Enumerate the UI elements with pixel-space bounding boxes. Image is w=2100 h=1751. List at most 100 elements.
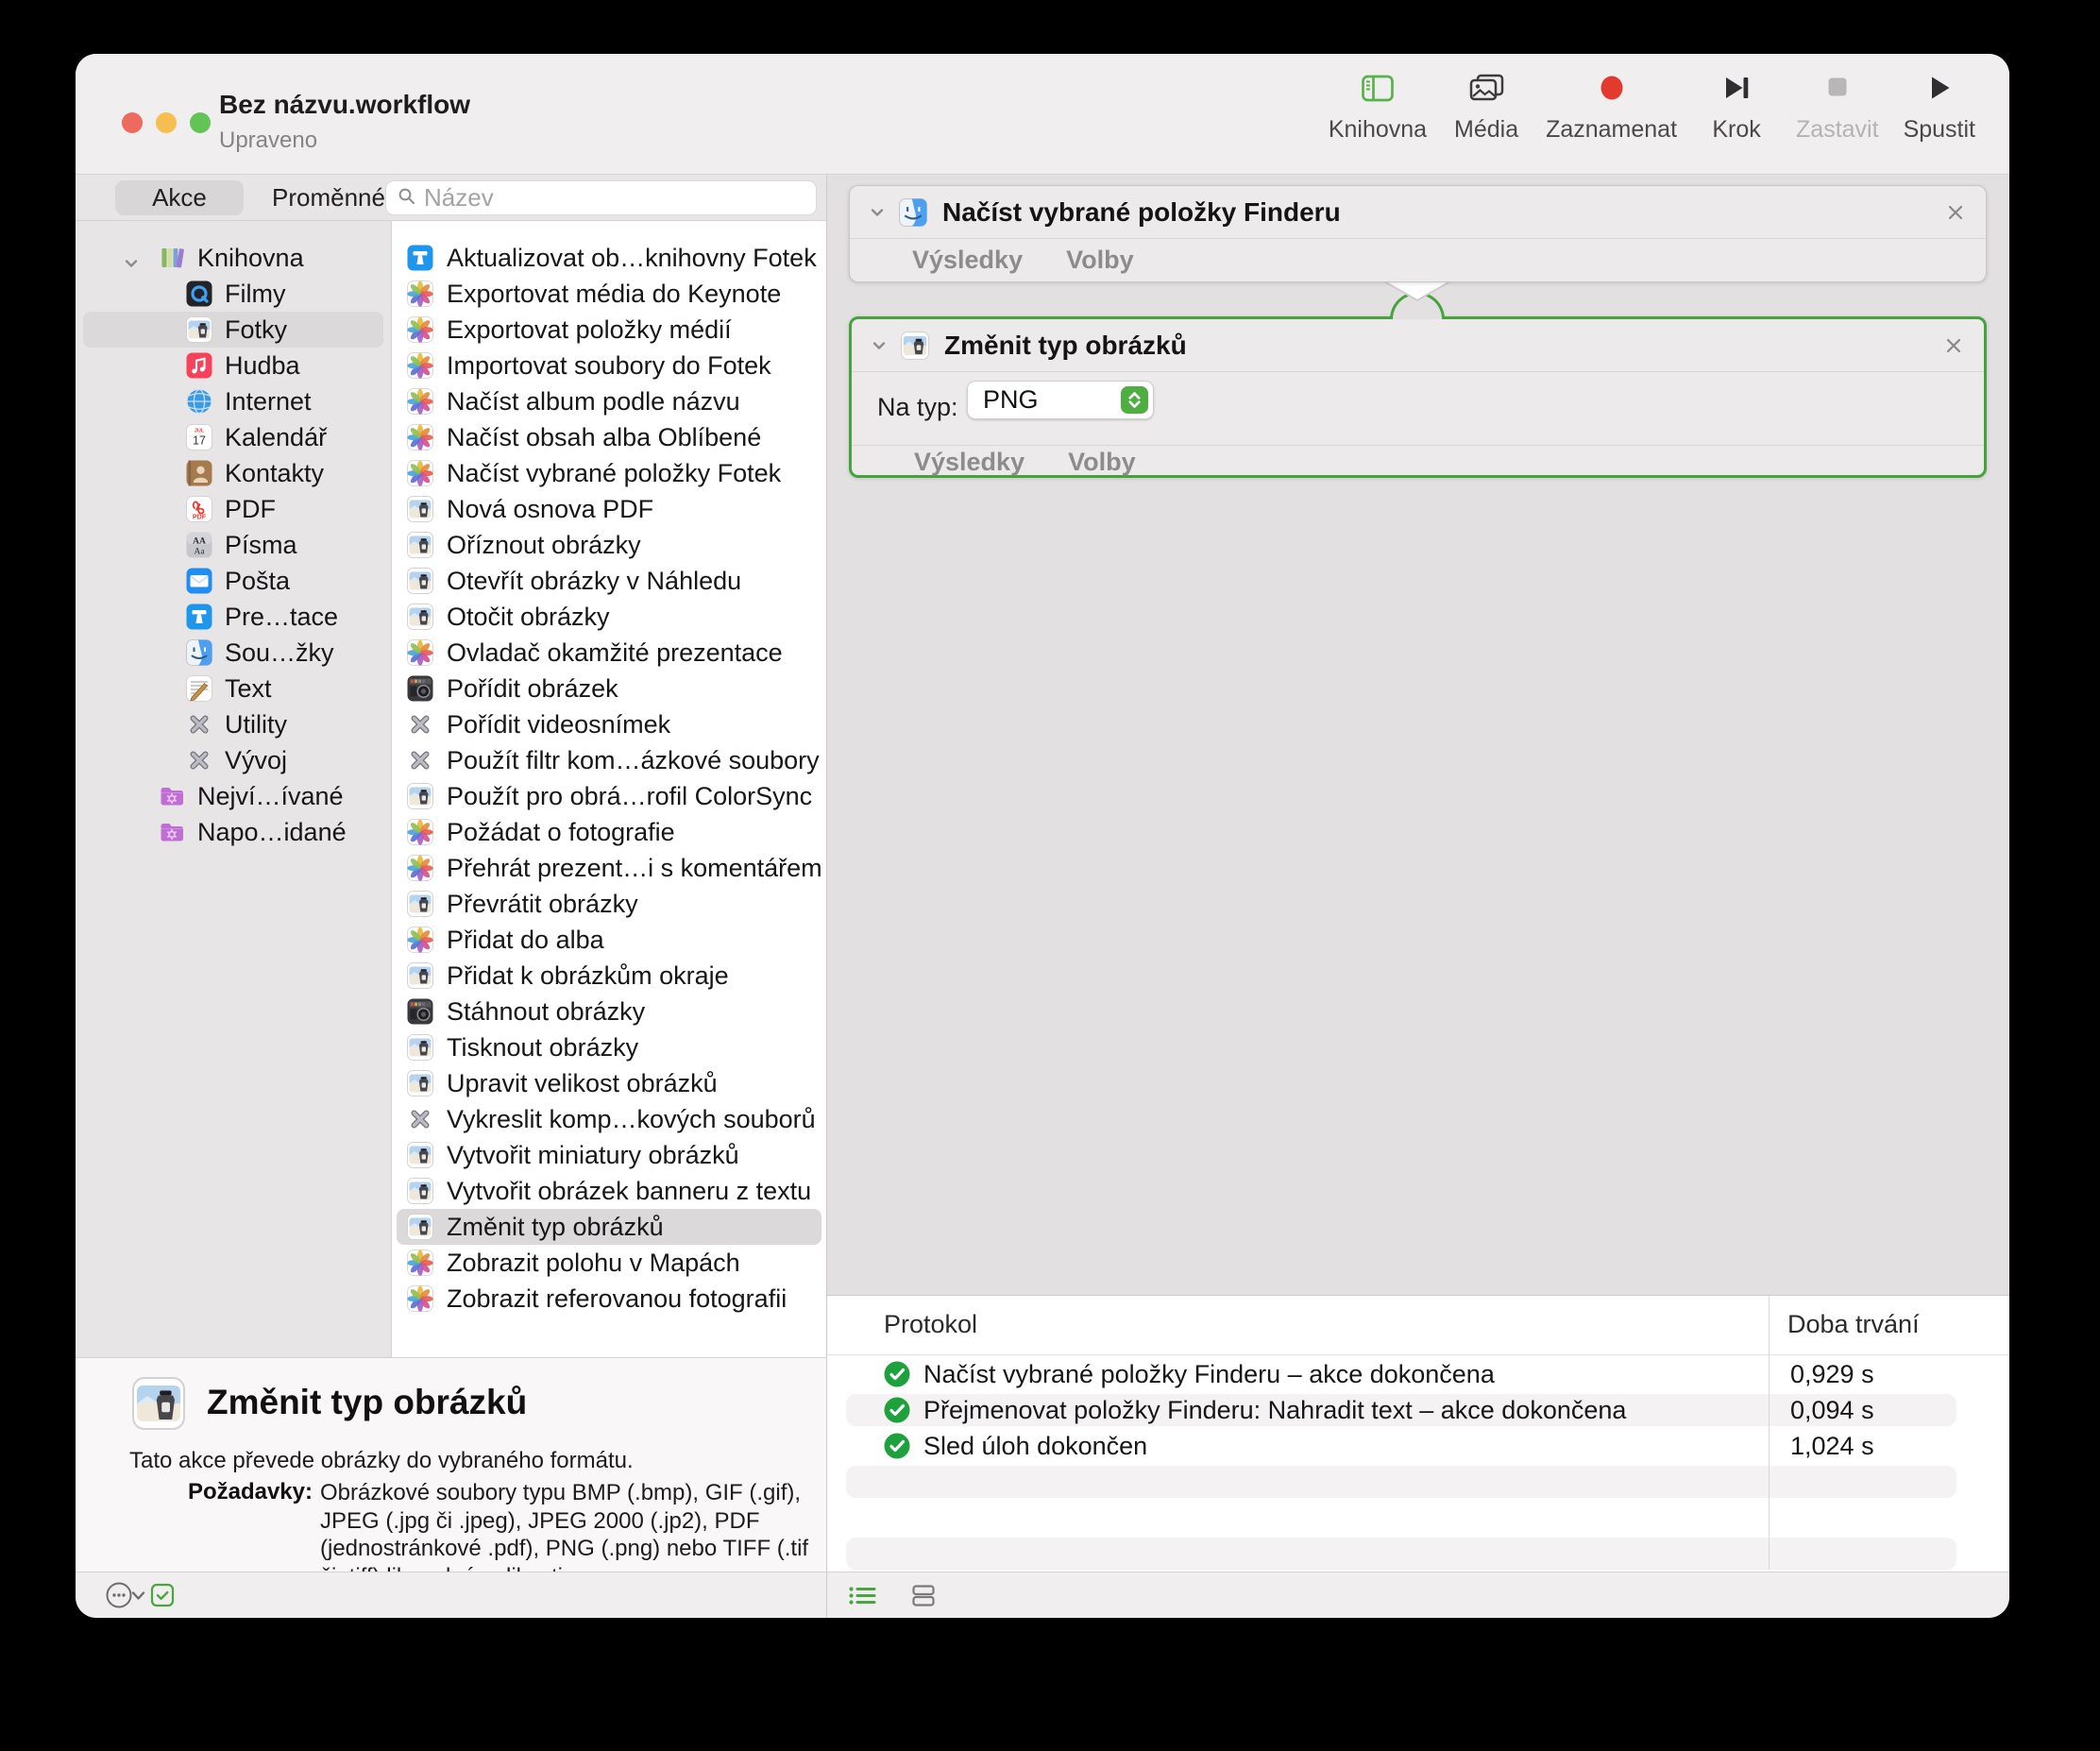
category-icon: [159, 819, 185, 845]
action-list-item[interactable]: Otočit obrázky: [392, 599, 826, 635]
action-list-item[interactable]: Vykreslit komp…kových souborů: [392, 1101, 826, 1137]
action-list-item[interactable]: Ovladač okamžité prezentace: [392, 635, 826, 671]
list-view-icon[interactable]: [846, 1582, 878, 1614]
sidebar-item[interactable]: Filmy: [76, 276, 391, 312]
minimize-window-button[interactable]: [156, 112, 177, 133]
sidebar-item[interactable]: Pošta: [76, 563, 391, 599]
dropdown-value: PNG: [983, 385, 1039, 415]
action-list-item[interactable]: Nová osnova PDF: [392, 491, 826, 527]
finder-icon: [899, 198, 927, 227]
workflow-action-card-change-type[interactable]: Změnit typ obrázků Na typ: PNG Výsledky …: [849, 316, 1987, 478]
search-field[interactable]: [385, 180, 817, 215]
protocol-row[interactable]: Načíst vybrané položky Finderu – akce do…: [827, 1356, 2009, 1392]
action-list-item[interactable]: Pořídit videosnímek: [392, 706, 826, 742]
sidebar-item[interactable]: Pre…tace: [76, 599, 391, 635]
toolbar-button[interactable]: Zastavit: [1796, 63, 1879, 144]
tab-variables[interactable]: Proměnné: [261, 180, 397, 215]
automator-window: Bez názvu.workflow Upraveno Knihovna Méd…: [76, 54, 2009, 1618]
action-list-item[interactable]: Zobrazit polohu v Mapách: [392, 1245, 826, 1281]
action-icon: [407, 424, 433, 450]
workflow-action-card-finder[interactable]: Načíst vybrané položky Finderu Výsledky …: [849, 185, 1987, 282]
action-list-item[interactable]: Stáhnout obrázky: [392, 994, 826, 1029]
action-list-item[interactable]: Vytvořit miniatury obrázků: [392, 1137, 826, 1173]
action-list-item[interactable]: Načíst album podle názvu: [392, 383, 826, 419]
category-label: Internet: [225, 387, 312, 416]
options-link[interactable]: Volby: [1066, 246, 1134, 275]
collapse-chevron-icon[interactable]: [871, 337, 888, 354]
results-link[interactable]: Výsledky: [912, 246, 1023, 275]
action-list-item[interactable]: Načíst obsah alba Oblíbené: [392, 419, 826, 455]
sidebar-item[interactable]: Hudba: [76, 348, 391, 383]
image-type-dropdown[interactable]: PNG: [967, 381, 1154, 419]
category-icon: [186, 280, 212, 307]
sidebar-item[interactable]: PDF PDF: [76, 491, 391, 527]
tab-actions[interactable]: Akce: [115, 180, 244, 215]
sidebar-item[interactable]: Internet: [76, 383, 391, 419]
search-input[interactable]: [424, 183, 804, 212]
chevron-down-icon[interactable]: [129, 1588, 147, 1608]
action-icon: [407, 639, 433, 666]
divider: [827, 1354, 2009, 1355]
action-icon: [407, 891, 433, 917]
action-list-item[interactable]: Otevřít obrázky v Náhledu: [392, 563, 826, 599]
action-list-item[interactable]: Aktualizovat ob…knihovny Fotek: [392, 240, 826, 276]
action-list-item[interactable]: Použít filtr kom…ázkové soubory: [392, 742, 826, 778]
sidebar-item[interactable]: JUL17 Kalendář: [76, 419, 391, 455]
toolbar-button[interactable]: Spustit: [1904, 63, 1975, 144]
sidebar-item[interactable]: Utility: [76, 706, 391, 742]
action-icon: [407, 1285, 433, 1312]
checkbox-icon[interactable]: [149, 1582, 176, 1613]
options-link[interactable]: Volby: [1068, 448, 1136, 477]
action-label: Otevřít obrázky v Náhledu: [447, 567, 741, 596]
zoom-window-button[interactable]: [190, 112, 211, 133]
action-list-item[interactable]: Vytvořit obrázek banneru z textu: [392, 1173, 826, 1209]
toolbar-button[interactable]: Krok: [1702, 63, 1771, 144]
disclosure-chevron-icon[interactable]: [123, 249, 140, 266]
action-list-item[interactable]: Změnit typ obrázků: [397, 1209, 821, 1245]
protocol-row-text: Sled úloh dokončen: [923, 1428, 1147, 1464]
sidebar-item[interactable]: AAAa Písma: [76, 527, 391, 563]
sidebar-item[interactable]: Knihovna: [76, 240, 391, 276]
action-list-item[interactable]: Importovat soubory do Fotek: [392, 348, 826, 383]
sidebar-item[interactable]: Kontakty: [76, 455, 391, 491]
protocol-row[interactable]: Sled úloh dokončen 1,024 s: [827, 1428, 2009, 1464]
svg-text:Aa: Aa: [194, 547, 205, 556]
category-icon: AAAa: [186, 532, 212, 558]
action-list-item[interactable]: Exportovat položky médií: [392, 312, 826, 348]
action-list-item[interactable]: Upravit velikost obrázků: [392, 1065, 826, 1101]
sidebar-item[interactable]: Sou…žky: [76, 635, 391, 671]
action-list-item[interactable]: Exportovat média do Keynote: [392, 276, 826, 312]
action-list-item[interactable]: Přidat k obrázkům okraje: [392, 958, 826, 994]
sidebar-item[interactable]: Text: [76, 671, 391, 706]
action-list-item[interactable]: Použít pro obrá…rofil ColorSync: [392, 778, 826, 814]
sidebar-item[interactable]: Fotky: [83, 312, 383, 348]
close-icon[interactable]: [1942, 334, 1965, 357]
sidebar-item[interactable]: Napo…idané: [76, 814, 391, 850]
action-list-item[interactable]: Pořídit obrázek: [392, 671, 826, 706]
action-list-item[interactable]: Tisknout obrázky: [392, 1029, 826, 1065]
collapse-chevron-icon[interactable]: [869, 204, 886, 221]
action-list-item[interactable]: Požádat o fotografie: [392, 814, 826, 850]
protocol-row[interactable]: Přejmenovat položky Finderu: Nahradit te…: [827, 1392, 2009, 1428]
close-icon[interactable]: [1944, 201, 1967, 224]
action-list-item[interactable]: Oříznout obrázky: [392, 527, 826, 563]
category-icon: [159, 783, 185, 809]
stack-view-icon[interactable]: [907, 1582, 940, 1614]
sidebar-item[interactable]: Nejví…ívané: [76, 778, 391, 814]
window-title: Bez názvu.workflow: [219, 90, 470, 120]
toolbar-button[interactable]: Zaznamenat: [1546, 63, 1677, 144]
close-window-button[interactable]: [122, 112, 143, 133]
action-icon: [407, 532, 433, 558]
action-list-item[interactable]: Přehrát prezent…i s komentářem: [392, 850, 826, 886]
results-link[interactable]: Výsledky: [914, 448, 1025, 477]
toolbar-button[interactable]: Média: [1451, 63, 1521, 144]
action-icon: [407, 998, 433, 1025]
toolbar-button[interactable]: Knihovna: [1329, 63, 1427, 144]
action-icon: [407, 747, 433, 774]
sidebar-item[interactable]: Vývoj: [76, 742, 391, 778]
action-list-item[interactable]: Převrátit obrázky: [392, 886, 826, 922]
action-list-item[interactable]: Načíst vybrané položky Fotek: [392, 455, 826, 491]
action-label: Ovladač okamžité prezentace: [447, 638, 783, 668]
action-list-item[interactable]: Přidat do alba: [392, 922, 826, 958]
action-list-item[interactable]: Zobrazit referovanou fotografii: [392, 1281, 826, 1317]
